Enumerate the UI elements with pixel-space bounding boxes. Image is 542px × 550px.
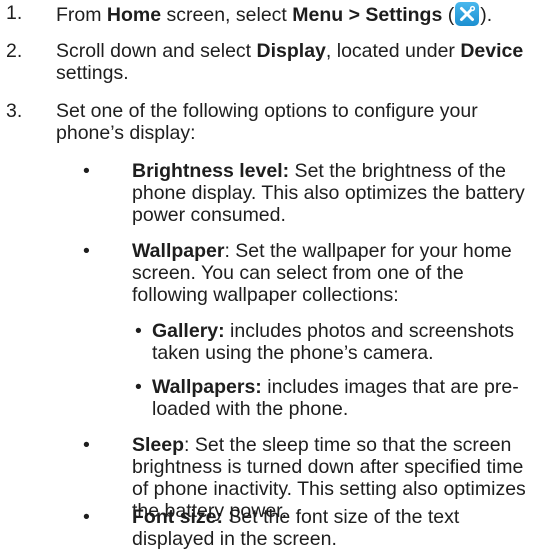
step-text: Set one of the following options to conf… bbox=[56, 100, 478, 144]
step-text: From Home screen, select Menu > Settings… bbox=[56, 2, 493, 26]
step-number: 2. bbox=[6, 40, 23, 62]
instructions-document: 1. From Home screen, select Menu > Setti… bbox=[0, 0, 542, 550]
bullet-marker: • bbox=[83, 160, 90, 182]
display-label: Display bbox=[256, 40, 326, 62]
step-text: Scroll down and select Display, located … bbox=[56, 40, 524, 84]
bullet-marker: • bbox=[83, 506, 90, 528]
menu-settings-label: Menu > Settings bbox=[292, 4, 443, 26]
source-text: Wallpapers: includes images that are pre… bbox=[152, 376, 519, 420]
step-number: 1. bbox=[6, 2, 23, 24]
device-label: Device bbox=[460, 40, 524, 62]
step-number: 3. bbox=[6, 100, 23, 122]
option-text: Font size: Set the font size of the text… bbox=[132, 506, 460, 550]
bullet-marker: • bbox=[83, 240, 90, 262]
source-text: Gallery: includes photos and screenshots… bbox=[152, 320, 515, 364]
home-label: Home bbox=[106, 4, 162, 26]
bullet-marker: • bbox=[135, 320, 142, 342]
option-text: Brightness level: Set the brightness of … bbox=[132, 160, 525, 226]
bullet-marker: • bbox=[135, 376, 142, 398]
tools-icon bbox=[455, 2, 480, 26]
bullet-marker: • bbox=[83, 434, 90, 456]
option-text: Wallpaper: Set the wallpaper for your ho… bbox=[132, 240, 512, 306]
